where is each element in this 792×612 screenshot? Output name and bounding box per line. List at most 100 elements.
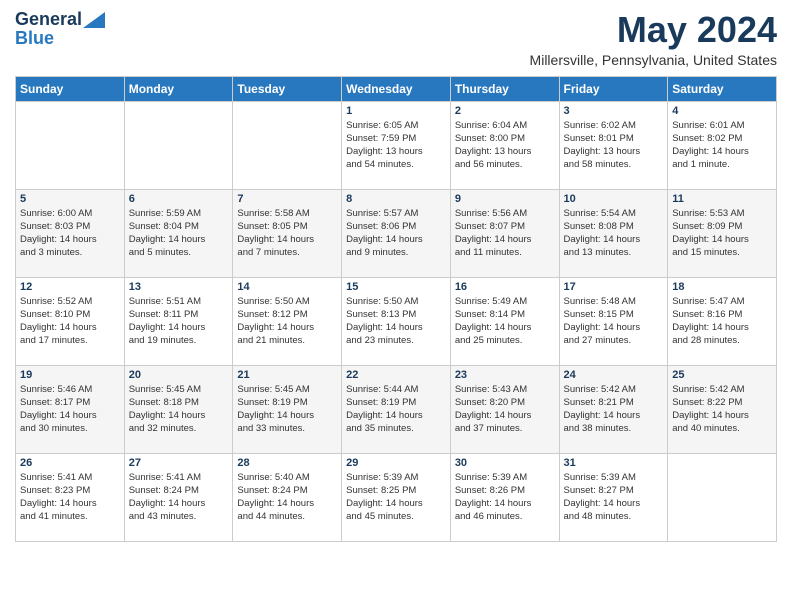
day-info: Sunrise: 5:40 AM Sunset: 8:24 PM Dayligh… (237, 471, 337, 524)
calendar-cell: 20Sunrise: 5:45 AM Sunset: 8:18 PM Dayli… (124, 365, 233, 453)
calendar-cell: 2Sunrise: 6:04 AM Sunset: 8:00 PM Daylig… (450, 101, 559, 189)
day-info: Sunrise: 5:46 AM Sunset: 8:17 PM Dayligh… (20, 383, 120, 436)
day-number: 1 (346, 105, 446, 117)
calendar-cell: 10 Sunrise: 5:54 AM Sunset: 8:08 PM Dayli… (559, 189, 668, 277)
calendar-cell: 9 Sunrise: 5:56 AM Sunset: 8:07 PM Daylig… (450, 189, 559, 277)
calendar-cell: 17 Sunrise: 5:48 AM Sunset: 8:15 PM Dayli… (559, 277, 668, 365)
logo: General Blue (15, 10, 106, 49)
day-info: Sunrise: 5:39 AM Sunset: 8:25 PM Dayligh… (346, 471, 446, 524)
calendar-cell: 22 Sunrise: 5:44 AM Sunset: 8:19 PM Dayli… (342, 365, 451, 453)
day-info: Sunrise: 5:39 AM Sunset: 8:26 PM Dayligh… (455, 471, 555, 524)
day-number: 11 (672, 193, 772, 205)
logo-blue: Blue (15, 28, 54, 49)
day-number: 14 (237, 281, 337, 293)
day-header-sunday: Sunday (16, 76, 125, 101)
day-number: 26 (20, 457, 120, 469)
day-number: 17 (564, 281, 664, 293)
calendar-cell: 16Sunrise: 5:49 AM Sunset: 8:14 PM Dayli… (450, 277, 559, 365)
calendar-cell: 18Sunrise: 5:47 AM Sunset: 8:16 PM Dayli… (668, 277, 777, 365)
calendar-cell: 8Sunrise: 5:57 AM Sunset: 8:06 PM Daylig… (342, 189, 451, 277)
week-row-4: 19 Sunrise: 5:46 AM Sunset: 8:17 PM Dayli… (16, 365, 777, 453)
day-info: Sunrise: 5:50 AM Sunset: 8:13 PM Dayligh… (346, 295, 446, 348)
calendar-cell: 13 Sunrise: 5:51 AM Sunset: 8:11 PM Dayli… (124, 277, 233, 365)
day-header-tuesday: Tuesday (233, 76, 342, 101)
day-number: 23 (455, 369, 555, 381)
calendar-cell: 25Sunrise: 5:42 AM Sunset: 8:22 PM Dayli… (668, 365, 777, 453)
week-row-5: 26 Sunrise: 5:41 AM Sunset: 8:23 PM Dayli… (16, 453, 777, 541)
calendar-cell: 4 Sunrise: 6:01 AM Sunset: 8:02 PM Daylig… (668, 101, 777, 189)
header-row: SundayMondayTuesdayWednesdayThursdayFrid… (16, 76, 777, 101)
day-info: Sunrise: 6:05 AM Sunset: 7:59 PM Dayligh… (346, 119, 446, 172)
title-area: May 2024 Millersville, Pennsylvania, Uni… (530, 10, 777, 68)
day-info: Sunrise: 6:04 AM Sunset: 8:00 PM Dayligh… (455, 119, 555, 172)
calendar-cell: 7 Sunrise: 5:58 AM Sunset: 8:05 PM Daylig… (233, 189, 342, 277)
day-info: Sunrise: 5:44 AM Sunset: 8:19 PM Dayligh… (346, 383, 446, 436)
calendar-cell: 23 Sunrise: 5:43 AM Sunset: 8:20 PM Dayli… (450, 365, 559, 453)
week-row-1: 1 Sunrise: 6:05 AM Sunset: 7:59 PM Daylig… (16, 101, 777, 189)
calendar-cell: 3Sunrise: 6:02 AM Sunset: 8:01 PM Daylig… (559, 101, 668, 189)
calendar-cell: 11 Sunrise: 5:53 AM Sunset: 8:09 PM Dayli… (668, 189, 777, 277)
day-info: Sunrise: 5:53 AM Sunset: 8:09 PM Dayligh… (672, 207, 772, 260)
day-info: Sunrise: 5:57 AM Sunset: 8:06 PM Dayligh… (346, 207, 446, 260)
week-row-3: 12 Sunrise: 5:52 AM Sunset: 8:10 PM Dayli… (16, 277, 777, 365)
day-info: Sunrise: 5:48 AM Sunset: 8:15 PM Dayligh… (564, 295, 664, 348)
day-number: 24 (564, 369, 664, 381)
day-info: Sunrise: 5:56 AM Sunset: 8:07 PM Dayligh… (455, 207, 555, 260)
day-info: Sunrise: 5:41 AM Sunset: 8:24 PM Dayligh… (129, 471, 229, 524)
day-info: Sunrise: 5:45 AM Sunset: 8:19 PM Dayligh… (237, 383, 337, 436)
calendar-cell: 24 Sunrise: 5:42 AM Sunset: 8:21 PM Dayli… (559, 365, 668, 453)
day-info: Sunrise: 5:43 AM Sunset: 8:20 PM Dayligh… (455, 383, 555, 436)
day-number: 30 (455, 457, 555, 469)
calendar-cell: 31Sunrise: 5:39 AM Sunset: 8:27 PM Dayli… (559, 453, 668, 541)
calendar-cell (668, 453, 777, 541)
month-title: May 2024 (530, 10, 777, 50)
day-number: 25 (672, 369, 772, 381)
day-number: 4 (672, 105, 772, 117)
day-info: Sunrise: 6:00 AM Sunset: 8:03 PM Dayligh… (20, 207, 120, 260)
calendar-cell (124, 101, 233, 189)
day-header-thursday: Thursday (450, 76, 559, 101)
day-info: Sunrise: 5:54 AM Sunset: 8:08 PM Dayligh… (564, 207, 664, 260)
calendar-cell: 5Sunrise: 6:00 AM Sunset: 8:03 PM Daylig… (16, 189, 125, 277)
day-number: 19 (20, 369, 120, 381)
calendar-cell: 29 Sunrise: 5:39 AM Sunset: 8:25 PM Dayli… (342, 453, 451, 541)
day-info: Sunrise: 5:41 AM Sunset: 8:23 PM Dayligh… (20, 471, 120, 524)
calendar-cell: 12 Sunrise: 5:52 AM Sunset: 8:10 PM Dayli… (16, 277, 125, 365)
calendar-cell (233, 101, 342, 189)
day-header-friday: Friday (559, 76, 668, 101)
day-number: 9 (455, 193, 555, 205)
day-number: 7 (237, 193, 337, 205)
day-info: Sunrise: 5:50 AM Sunset: 8:12 PM Dayligh… (237, 295, 337, 348)
calendar-cell: 26 Sunrise: 5:41 AM Sunset: 8:23 PM Dayli… (16, 453, 125, 541)
calendar-cell: 27 Sunrise: 5:41 AM Sunset: 8:24 PM Dayli… (124, 453, 233, 541)
calendar-cell: 6Sunrise: 5:59 AM Sunset: 8:04 PM Daylig… (124, 189, 233, 277)
calendar-cell: 1 Sunrise: 6:05 AM Sunset: 7:59 PM Daylig… (342, 101, 451, 189)
day-info: Sunrise: 5:51 AM Sunset: 8:11 PM Dayligh… (129, 295, 229, 348)
day-number: 10 (564, 193, 664, 205)
day-number: 29 (346, 457, 446, 469)
day-info: Sunrise: 5:45 AM Sunset: 8:18 PM Dayligh… (129, 383, 229, 436)
day-number: 12 (20, 281, 120, 293)
day-header-wednesday: Wednesday (342, 76, 451, 101)
day-info: Sunrise: 5:52 AM Sunset: 8:10 PM Dayligh… (20, 295, 120, 348)
calendar-cell: 21 Sunrise: 5:45 AM Sunset: 8:19 PM Dayli… (233, 365, 342, 453)
day-number: 21 (237, 369, 337, 381)
day-number: 27 (129, 457, 229, 469)
day-info: Sunrise: 6:02 AM Sunset: 8:01 PM Dayligh… (564, 119, 664, 172)
day-number: 13 (129, 281, 229, 293)
day-number: 6 (129, 193, 229, 205)
calendar-cell: 30 Sunrise: 5:39 AM Sunset: 8:26 PM Dayli… (450, 453, 559, 541)
day-header-saturday: Saturday (668, 76, 777, 101)
calendar-cell: 15Sunrise: 5:50 AM Sunset: 8:13 PM Dayli… (342, 277, 451, 365)
day-info: Sunrise: 5:42 AM Sunset: 8:21 PM Dayligh… (564, 383, 664, 436)
week-row-2: 5Sunrise: 6:00 AM Sunset: 8:03 PM Daylig… (16, 189, 777, 277)
day-number: 18 (672, 281, 772, 293)
calendar-cell: 19 Sunrise: 5:46 AM Sunset: 8:17 PM Dayli… (16, 365, 125, 453)
calendar-table: SundayMondayTuesdayWednesdayThursdayFrid… (15, 76, 777, 542)
day-number: 22 (346, 369, 446, 381)
day-number: 31 (564, 457, 664, 469)
day-info: Sunrise: 6:01 AM Sunset: 8:02 PM Dayligh… (672, 119, 772, 172)
calendar-cell: 28Sunrise: 5:40 AM Sunset: 8:24 PM Dayli… (233, 453, 342, 541)
location-title: Millersville, Pennsylvania, United State… (530, 52, 777, 68)
day-info: Sunrise: 5:58 AM Sunset: 8:05 PM Dayligh… (237, 207, 337, 260)
